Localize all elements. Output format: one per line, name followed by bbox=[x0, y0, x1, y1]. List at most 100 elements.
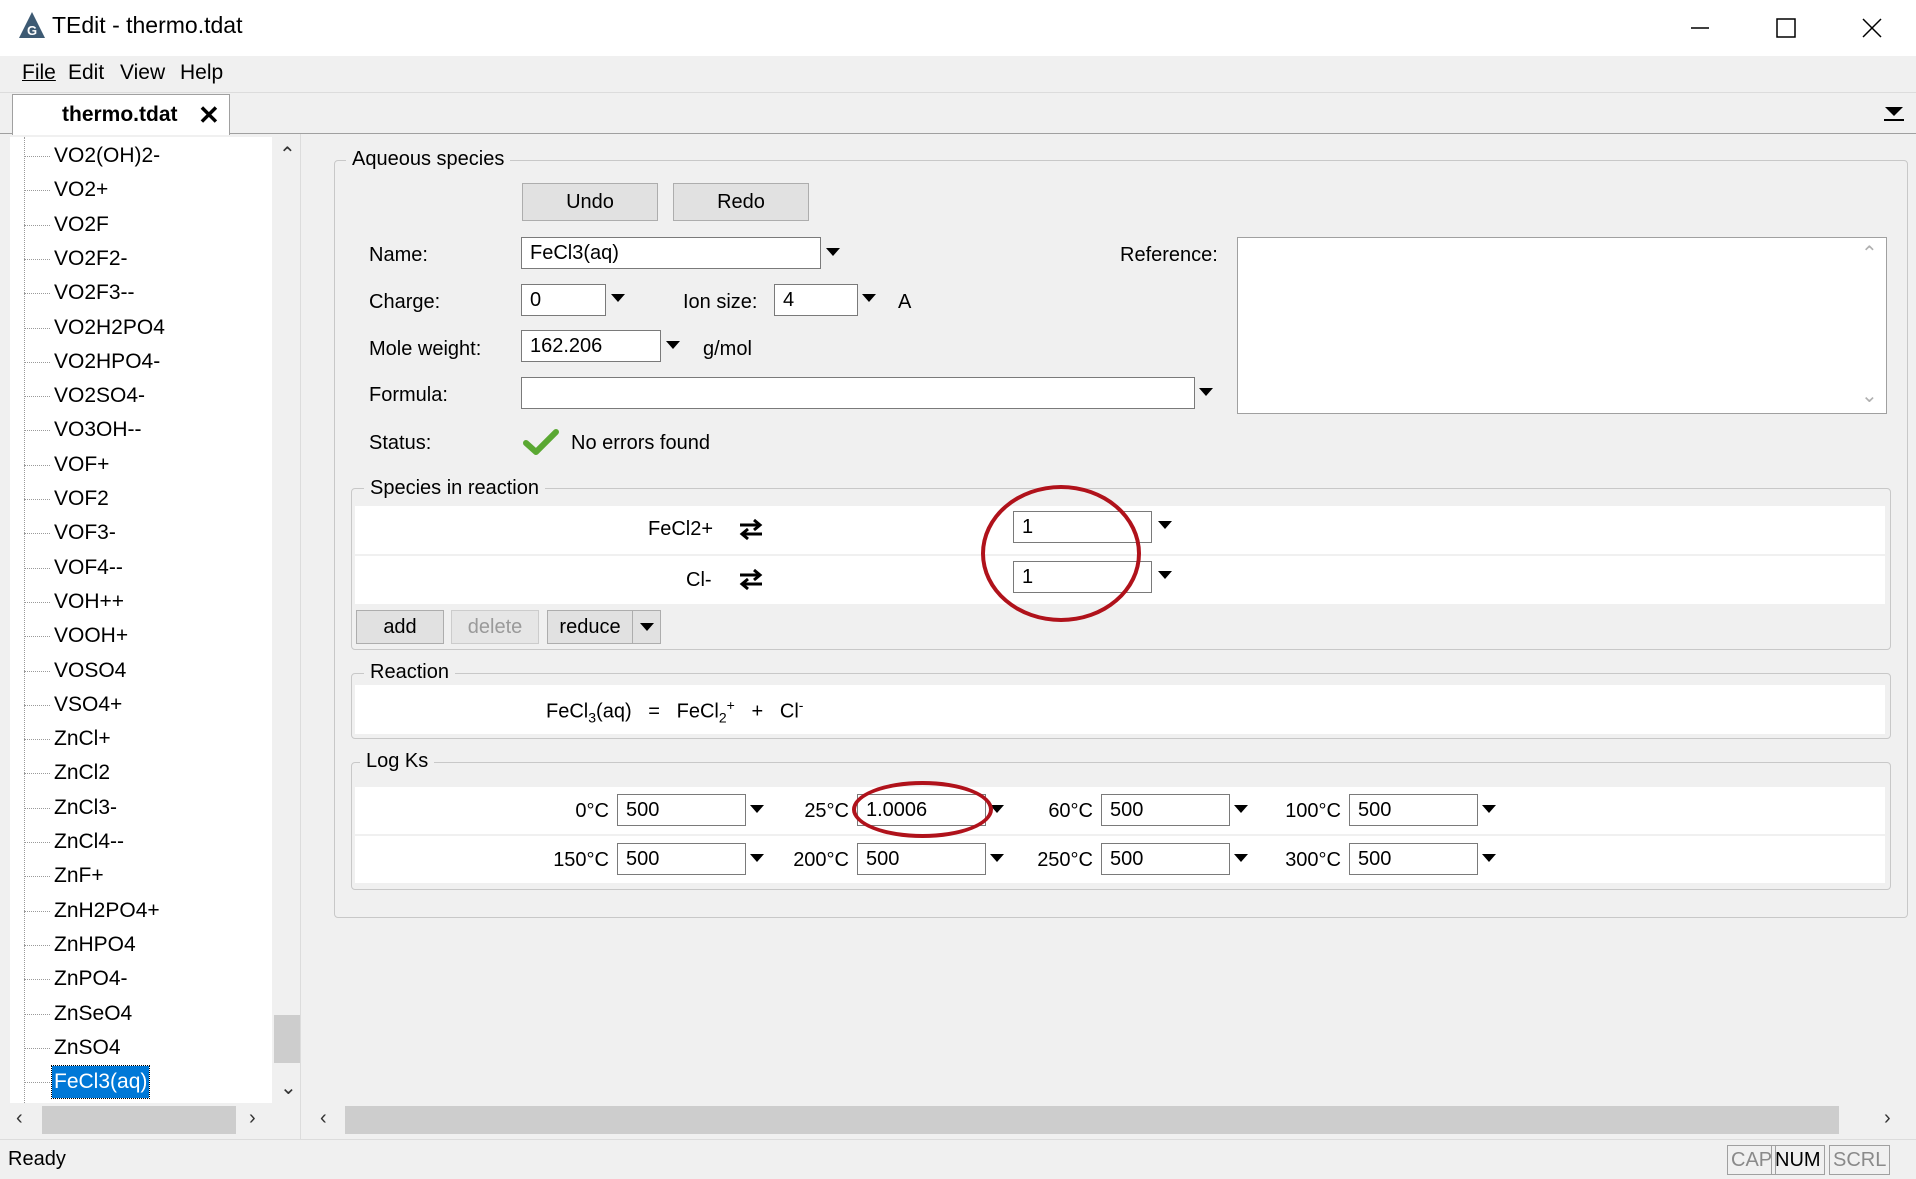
tree-item[interactable]: VOF2 bbox=[52, 483, 111, 515]
title-bar bbox=[0, 0, 1916, 56]
tree-item[interactable]: FeCl3(aq) bbox=[50, 1065, 151, 1100]
check-icon bbox=[523, 428, 559, 461]
logk-dropdown-icon[interactable] bbox=[1234, 805, 1248, 813]
menu-edit[interactable]: Edit bbox=[68, 61, 104, 85]
logks-title: Log Ks bbox=[360, 750, 435, 773]
maximize-button[interactable] bbox=[1742, 0, 1830, 56]
ion-size-field[interactable]: 4 bbox=[774, 284, 858, 316]
tree-item[interactable]: ZnCl3- bbox=[52, 792, 119, 824]
ion-size-label: Ion size: bbox=[683, 291, 758, 313]
logk-value-field[interactable]: 500 bbox=[1101, 794, 1230, 826]
undo-button[interactable]: Undo bbox=[522, 183, 658, 221]
ion-size-dropdown-icon[interactable] bbox=[862, 294, 876, 302]
name-dropdown-icon[interactable] bbox=[826, 248, 840, 256]
tree-item[interactable]: ZnCl+ bbox=[52, 723, 113, 755]
add-button[interactable]: add bbox=[356, 610, 444, 644]
tree-item[interactable]: VOF4-- bbox=[52, 552, 125, 584]
logk-dropdown-icon[interactable] bbox=[750, 805, 764, 813]
formula-dropdown-icon[interactable] bbox=[1199, 388, 1213, 396]
menu-file[interactable]: File bbox=[22, 61, 56, 85]
close-window-button[interactable] bbox=[1828, 0, 1916, 56]
tree-connector bbox=[24, 258, 50, 260]
reference-scroll-up-icon[interactable]: ⌃ bbox=[1861, 241, 1878, 266]
tree-item[interactable]: ZnH2PO4+ bbox=[52, 895, 162, 927]
tree-item[interactable]: ZnF+ bbox=[52, 860, 106, 892]
tree-item[interactable]: ZnHPO4 bbox=[52, 929, 138, 961]
tree-item[interactable]: VOH++ bbox=[52, 586, 126, 618]
scroll-down-icon[interactable]: ⌄ bbox=[280, 1075, 297, 1100]
tree-item[interactable]: VO2H2PO4 bbox=[52, 312, 167, 344]
tree-vertical-scrollbar[interactable] bbox=[272, 137, 300, 1103]
reference-scroll-down-icon[interactable]: ⌄ bbox=[1861, 383, 1878, 408]
tree-item[interactable]: ZnPO4- bbox=[52, 963, 130, 995]
tree-item[interactable]: VO2SO4- bbox=[52, 380, 147, 412]
logk-dropdown-icon[interactable] bbox=[1482, 805, 1496, 813]
logk-value-field[interactable]: 500 bbox=[857, 843, 986, 875]
tree-item[interactable]: VO3OH-- bbox=[52, 414, 144, 446]
tree-connector bbox=[24, 567, 50, 569]
tree-connector bbox=[24, 704, 50, 706]
scroll-up-icon[interactable]: ⌃ bbox=[279, 142, 296, 167]
scroll-right-icon[interactable]: › bbox=[1884, 1107, 1891, 1130]
logk-dropdown-icon[interactable] bbox=[1482, 854, 1496, 862]
coefficient-dropdown-icon[interactable] bbox=[1158, 571, 1172, 579]
menu-help[interactable]: Help bbox=[180, 61, 223, 85]
reaction-equation: FeCl3(aq) = FeCl2+ + Cl- bbox=[546, 697, 804, 726]
tab-list-dropdown[interactable] bbox=[1880, 102, 1908, 124]
tree-item[interactable]: ZnSO4 bbox=[52, 1032, 123, 1064]
scroll-right-icon[interactable]: › bbox=[249, 1107, 256, 1130]
splitter[interactable] bbox=[300, 134, 312, 1139]
charge-dropdown-icon[interactable] bbox=[611, 294, 625, 302]
tree-item[interactable]: VOOH+ bbox=[52, 620, 130, 652]
mole-weight-dropdown-icon[interactable] bbox=[666, 341, 680, 349]
coefficient-dropdown-icon[interactable] bbox=[1158, 521, 1172, 529]
reduce-button[interactable]: reduce bbox=[547, 610, 633, 644]
tree-item[interactable]: VOF3- bbox=[52, 517, 118, 549]
status-text: No errors found bbox=[571, 432, 710, 454]
logk-dropdown-icon[interactable] bbox=[750, 854, 764, 862]
reference-label: Reference: bbox=[1120, 244, 1218, 266]
window-title: TEdit - thermo.tdat bbox=[52, 12, 243, 38]
tree-item[interactable]: ZnCl4-- bbox=[52, 826, 126, 858]
redo-button[interactable]: Redo bbox=[673, 183, 809, 221]
delete-button: delete bbox=[451, 610, 539, 644]
species-name-1: FeCl2+ bbox=[648, 518, 714, 540]
editor-hscroll-thumb[interactable] bbox=[345, 1106, 1839, 1134]
logk-value-field[interactable]: 500 bbox=[1101, 843, 1230, 875]
tree-item[interactable]: ZnCl2 bbox=[52, 757, 112, 789]
tree-item[interactable]: ZnSeO4 bbox=[52, 998, 134, 1030]
tree-hscroll-thumb[interactable] bbox=[42, 1106, 236, 1134]
minimize-button[interactable] bbox=[1656, 0, 1744, 56]
reference-textarea[interactable] bbox=[1237, 237, 1887, 414]
logk-value-field[interactable]: 500 bbox=[1349, 794, 1478, 826]
tree-item[interactable]: VO2(OH)2- bbox=[52, 140, 162, 172]
logk-dropdown-icon[interactable] bbox=[1234, 854, 1248, 862]
menu-view[interactable]: View bbox=[120, 61, 165, 85]
logk-value-field[interactable]: 500 bbox=[617, 794, 746, 826]
name-field[interactable]: FeCl3(aq) bbox=[521, 237, 821, 269]
tree-item[interactable]: VO2HPO4- bbox=[52, 346, 162, 378]
tree-vscroll-thumb[interactable] bbox=[274, 1015, 300, 1063]
mole-weight-field[interactable]: 162.206 bbox=[521, 330, 661, 362]
logk-value-field[interactable]: 500 bbox=[1349, 843, 1478, 875]
annotation-circle bbox=[852, 781, 993, 838]
scroll-left-icon[interactable]: ‹ bbox=[16, 1107, 23, 1130]
tree-item[interactable]: VO2+ bbox=[52, 174, 110, 206]
scroll-left-icon[interactable]: ‹ bbox=[320, 1107, 327, 1130]
swap-icon[interactable] bbox=[737, 516, 765, 547]
reduce-dropdown-button[interactable] bbox=[632, 610, 661, 644]
scrl-indicator: SCRL bbox=[1829, 1145, 1891, 1175]
swap-icon[interactable] bbox=[737, 566, 765, 597]
tree-item[interactable]: VOF+ bbox=[52, 449, 111, 481]
tree-item[interactable]: VO2F3-- bbox=[52, 277, 137, 309]
tree-connector bbox=[24, 670, 50, 672]
charge-field[interactable]: 0 bbox=[521, 284, 606, 316]
tab-close-icon[interactable]: ✕ bbox=[198, 100, 220, 131]
logk-value-field[interactable]: 500 bbox=[617, 843, 746, 875]
tree-item[interactable]: VO2F bbox=[52, 209, 111, 241]
logk-dropdown-icon[interactable] bbox=[990, 854, 1004, 862]
tree-item[interactable]: VO2F2- bbox=[52, 243, 130, 275]
tree-item[interactable]: VSO4+ bbox=[52, 689, 124, 721]
tree-item[interactable]: VOSO4 bbox=[52, 655, 128, 687]
formula-field[interactable] bbox=[521, 377, 1195, 409]
